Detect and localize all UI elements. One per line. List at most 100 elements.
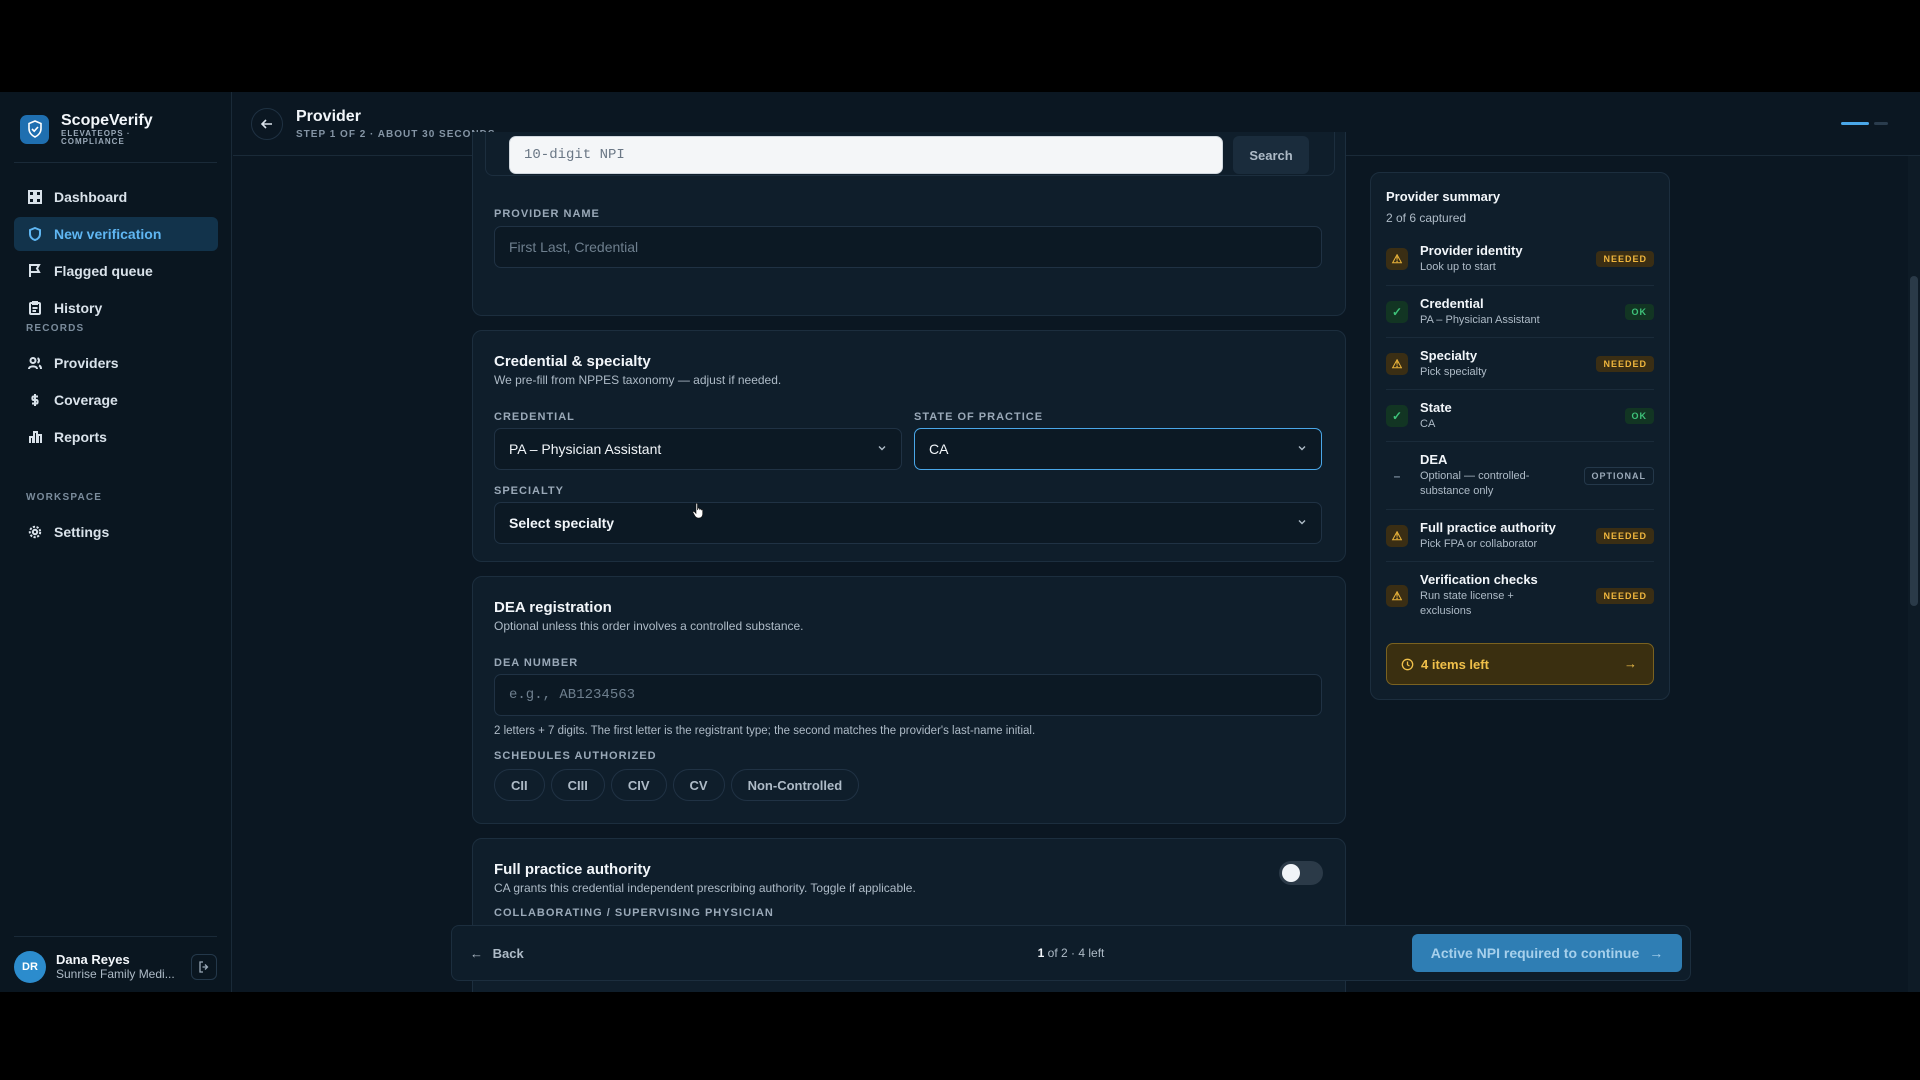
sidebar-item-label: Flagged queue: [54, 263, 153, 279]
summary-item-name: Credential: [1420, 295, 1484, 311]
sidebar-item-reports[interactable]: Reports: [14, 420, 218, 454]
status-badge: NEEDED: [1596, 587, 1654, 604]
schedule-chip-civ[interactable]: CIV: [610, 769, 667, 801]
schedule-chip-non-controlled[interactable]: Non-Controlled: [730, 769, 860, 801]
dea-number-label: DEA NUMBER: [494, 657, 579, 669]
summary-item-detail: PA – Physician Assistant: [1420, 313, 1540, 326]
scrollbar[interactable]: [1908, 156, 1920, 992]
sidebar-item-new-verification[interactable]: New verification: [14, 217, 218, 251]
user-card: DR Dana Reyes Sunrise Family Medi...: [14, 936, 217, 983]
items-left-label: 4 items left: [1421, 656, 1489, 672]
arrow-right-icon: →: [1649, 945, 1664, 961]
npi-input[interactable]: 10-digit NPI: [509, 136, 1223, 174]
card-title: Full practice authority: [494, 861, 651, 878]
sidebar-item-dashboard[interactable]: Dashboard: [14, 180, 218, 214]
summary-item-full-practice-authority[interactable]: ⚠ Full practice authority Pick FPA or col…: [1386, 509, 1654, 561]
sidebar: ScopeVerify ELEVATEOPS · COMPLIANCE Dash…: [0, 92, 232, 992]
dea-registration-card: DEA registration Optional unless this or…: [472, 576, 1346, 824]
step-indicator: STEP 1 OF 2 · ABOUT 30 SECONDS: [296, 129, 496, 140]
chevron-down-icon: [1298, 520, 1306, 525]
summary-title: Provider summary: [1386, 189, 1501, 204]
continue-button[interactable]: Active NPI required to continue →: [1412, 934, 1682, 972]
dea-number-input[interactable]: e.g., AB1234563: [494, 674, 1322, 716]
provider-name-label: PROVIDER NAME: [494, 208, 600, 220]
step-dash-2: [1874, 122, 1888, 125]
sidebar-item-providers[interactable]: Providers: [14, 346, 218, 380]
card-title: DEA registration: [494, 599, 612, 616]
schedule-chips: CII CIII CIV CV Non-Controlled: [494, 769, 865, 801]
divider: [14, 162, 217, 163]
summary-list: ⚠ Provider identity Look up to start NEED…: [1386, 233, 1654, 629]
schedule-chip-cii[interactable]: CII: [494, 769, 545, 801]
status-badge: OPTIONAL: [1583, 466, 1654, 485]
sidebar-item-label: History: [54, 300, 103, 316]
summary-item-state[interactable]: ✓ State CA OK: [1386, 389, 1654, 441]
state-select[interactable]: CA: [914, 428, 1322, 470]
clock-icon: [1401, 658, 1414, 670]
schedule-chip-cv[interactable]: CV: [672, 769, 725, 801]
summary-item-detail: Look up to start: [1420, 261, 1496, 273]
workspace-nav: WORKSPACE Settings: [14, 487, 218, 552]
chevron-down-icon: [878, 446, 886, 451]
card-description: CA grants this credential independent pr…: [494, 881, 916, 895]
status-badge: NEEDED: [1596, 251, 1654, 267]
brand[interactable]: ScopeVerify ELEVATEOPS · COMPLIANCE: [20, 112, 153, 146]
provider-name-input[interactable]: First Last, Credential: [494, 226, 1322, 268]
step-dash-1: [1841, 122, 1869, 125]
summary-item-detail: Pick specialty: [1420, 365, 1487, 378]
fpa-toggle[interactable]: [1279, 861, 1323, 885]
provider-identity-card: 10-digit NPI Search PROVIDER NAME First …: [472, 132, 1346, 316]
continue-label: Active NPI required to continue: [1430, 945, 1640, 961]
state-value: CA: [929, 441, 949, 457]
sidebar-item-label: Reports: [54, 429, 107, 445]
credential-label: CREDENTIAL: [494, 411, 575, 423]
app-window: ScopeVerify ELEVATEOPS · COMPLIANCE Dash…: [0, 92, 1920, 992]
section-label-workspace: WORKSPACE: [26, 491, 103, 503]
sidebar-item-settings[interactable]: Settings: [14, 515, 218, 549]
card-description: We pre-fill from NPPES taxonomy — adjust…: [494, 373, 782, 387]
scrollbar-thumb[interactable]: [1910, 276, 1918, 606]
schedules-label: SCHEDULES AUTHORIZED: [494, 750, 657, 762]
clipboard-icon: [29, 301, 41, 315]
main-nav: Dashboard New verification Flagged queue…: [14, 180, 218, 328]
shield-logo-icon: [20, 114, 49, 144]
status-badge: NEEDED: [1596, 355, 1654, 372]
collaborating-physician-label: COLLABORATING / SUPERVISING PHYSICIAN: [494, 907, 774, 919]
warning-icon: ⚠: [1386, 524, 1408, 547]
summary-item-dea[interactable]: – DEA Optional — controlled-substance onl…: [1386, 441, 1654, 509]
items-left-button[interactable]: 4 items left →: [1386, 643, 1654, 685]
summary-item-detail: Optional — controlled-substance only: [1420, 470, 1530, 497]
credential-specialty-card: Credential & specialty We pre-fill from …: [472, 330, 1346, 562]
sidebar-item-flagged-queue[interactable]: Flagged queue: [14, 254, 218, 288]
npi-search-button[interactable]: Search: [1233, 136, 1309, 174]
user-org: Sunrise Family Medi...: [56, 967, 175, 981]
sidebar-item-coverage[interactable]: Coverage: [14, 383, 218, 417]
specialty-select[interactable]: Select specialty: [494, 502, 1322, 544]
shield-icon: [29, 227, 41, 241]
chevron-down-icon: [1298, 446, 1306, 451]
page-title: Provider: [296, 108, 361, 125]
summary-item-verification-checks[interactable]: ⚠ Verification checks Run state license +…: [1386, 561, 1654, 629]
sidebar-item-label: Providers: [54, 355, 119, 371]
bar-chart-icon: [29, 431, 42, 443]
page-rest: of 2 · 4 left: [1044, 946, 1105, 960]
specialty-value: Select specialty: [509, 515, 615, 531]
summary-item-specialty[interactable]: ⚠ Specialty Pick specialty NEEDED: [1386, 337, 1654, 389]
card-title: Credential & specialty: [494, 353, 651, 370]
schedule-chip-ciii[interactable]: CIII: [550, 769, 605, 801]
sidebar-item-label: Settings: [54, 524, 110, 540]
mouse-cursor-icon: [692, 503, 703, 519]
sidebar-item-label: Coverage: [54, 392, 118, 408]
summary-item-detail: CA: [1420, 417, 1436, 430]
back-button[interactable]: [251, 108, 283, 140]
summary-item-provider-identity[interactable]: ⚠ Provider identity Look up to start NEED…: [1386, 233, 1654, 285]
dea-hint: 2 letters + 7 digits. The first letter i…: [494, 725, 1036, 737]
dash-icon: –: [1393, 468, 1401, 483]
footer-bar: ← Back 1 of 2 · 4 left Active NPI requir…: [451, 925, 1691, 981]
warning-icon: ⚠: [1386, 248, 1408, 270]
brand-subtitle: ELEVATEOPS · COMPLIANCE: [61, 129, 131, 146]
credential-select[interactable]: PA – Physician Assistant: [494, 428, 902, 470]
summary-item-credential[interactable]: ✓ Credential PA – Physician Assistant OK: [1386, 285, 1654, 337]
avatar[interactable]: DR: [14, 950, 46, 983]
logout-button[interactable]: [191, 953, 217, 980]
